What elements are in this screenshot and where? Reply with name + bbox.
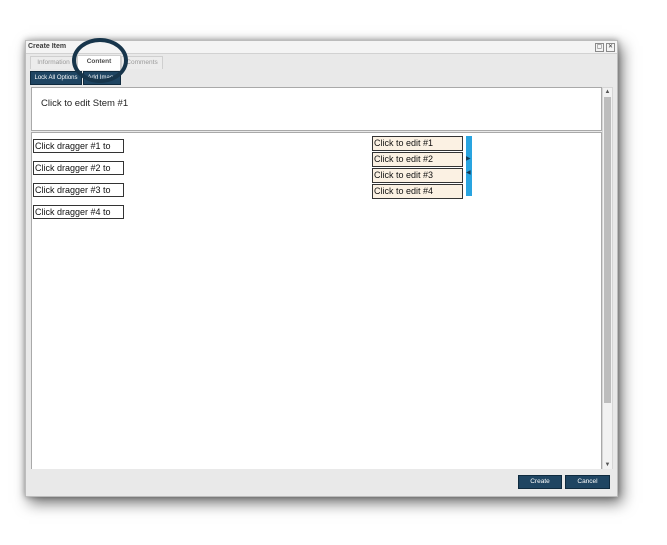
- dragger-3[interactable]: Click dragger #3 to: [33, 183, 124, 197]
- dragger-1[interactable]: Click dragger #1 to: [33, 139, 124, 153]
- title-bar: Create Item ▢ ✕: [26, 41, 617, 54]
- dialog-title: Create Item: [28, 43, 67, 50]
- create-item-dialog: Create Item ▢ ✕ Information Content Comm…: [25, 38, 618, 497]
- dragger-2[interactable]: Click dragger #2 to: [33, 161, 124, 175]
- target-3[interactable]: Click to edit #3: [372, 168, 463, 183]
- arrow-right-icon: ▶: [466, 156, 471, 162]
- dragger-4[interactable]: Click dragger #4 to: [33, 205, 124, 219]
- drag-drop-canvas: Click dragger #1 to Click dragger #2 to …: [31, 132, 602, 471]
- restore-icon[interactable]: ▢: [595, 43, 604, 52]
- target-2[interactable]: Click to edit #2: [372, 152, 463, 167]
- scroll-down-icon[interactable]: ▼: [603, 461, 612, 469]
- scroll-up-icon[interactable]: ▲: [603, 88, 612, 96]
- dialog-footer: Create Cancel: [26, 469, 617, 496]
- close-icon[interactable]: ✕: [606, 43, 615, 52]
- cancel-button[interactable]: Cancel: [565, 475, 610, 489]
- tab-content[interactable]: Content: [77, 55, 121, 70]
- tab-comments[interactable]: Comments: [121, 56, 163, 69]
- arrow-left-icon: ◀: [466, 170, 471, 176]
- create-button[interactable]: Create: [518, 475, 562, 489]
- stem-editor[interactable]: Click to edit Stem #1: [31, 87, 602, 131]
- add-image-button[interactable]: Add Image: [83, 71, 121, 85]
- content-toolbar: Lock All Options Add Image: [26, 69, 617, 85]
- target-4[interactable]: Click to edit #4: [372, 184, 463, 199]
- tab-bar: Information Content Comments: [26, 54, 617, 70]
- stem-text[interactable]: Click to edit Stem #1: [41, 98, 128, 109]
- lock-all-options-button[interactable]: Lock All Options: [30, 71, 82, 85]
- vertical-scrollbar[interactable]: ▲ ▼: [602, 87, 613, 471]
- scroll-thumb[interactable]: [604, 97, 611, 403]
- tab-information[interactable]: Information: [30, 56, 77, 69]
- target-resize-handle[interactable]: ▶ ◀: [466, 136, 472, 196]
- target-1[interactable]: Click to edit #1: [372, 136, 463, 151]
